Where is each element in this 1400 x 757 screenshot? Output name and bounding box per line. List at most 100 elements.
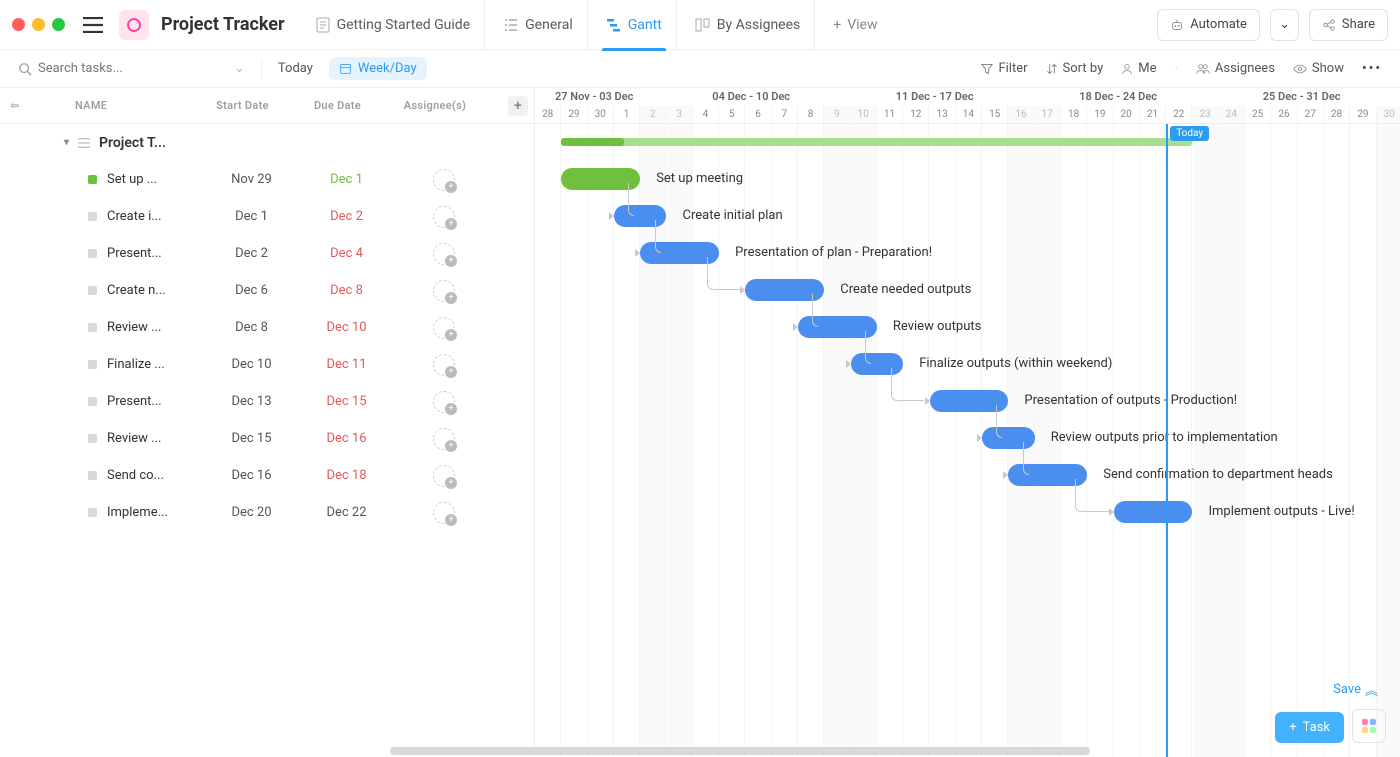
assignee-cell[interactable] — [394, 391, 494, 413]
assignee-cell[interactable] — [394, 317, 494, 339]
task-name[interactable]: Create n... — [107, 283, 204, 298]
zoom-selector[interactable]: Week/Day — [329, 57, 427, 80]
add-assignee-icon[interactable] — [433, 280, 455, 302]
table-row[interactable]: Create n... Dec 6 Dec 8 — [0, 272, 534, 309]
task-name[interactable]: Review ... — [107, 320, 204, 335]
due-date-cell[interactable]: Dec 2 — [299, 209, 394, 224]
add-assignee-icon[interactable] — [433, 243, 455, 265]
summary-bar[interactable] — [561, 138, 1192, 146]
col-header-assignee[interactable]: Assignee(s) — [385, 99, 485, 112]
table-row[interactable]: Present... Dec 13 Dec 15 — [0, 383, 534, 420]
due-date-cell[interactable]: Dec 18 — [299, 468, 394, 483]
due-date-cell[interactable]: Dec 4 — [299, 246, 394, 261]
task-name[interactable]: Present... — [107, 394, 204, 409]
assignee-cell[interactable] — [394, 354, 494, 376]
due-date-cell[interactable]: Dec 8 — [299, 283, 394, 298]
table-row[interactable]: Send co... Dec 16 Dec 18 — [0, 457, 534, 494]
start-date-cell[interactable]: Nov 29 — [204, 172, 299, 187]
status-dot-icon[interactable] — [88, 249, 97, 258]
start-date-cell[interactable]: Dec 2 — [204, 246, 299, 261]
day-header[interactable]: 29 — [1350, 106, 1376, 124]
add-assignee-icon[interactable] — [433, 428, 455, 450]
collapse-left-icon[interactable]: ⇐ — [0, 99, 30, 112]
more-menu[interactable]: ••• — [1362, 61, 1382, 76]
status-dot-icon[interactable] — [88, 397, 97, 406]
status-dot-icon[interactable] — [88, 508, 97, 517]
day-header[interactable]: 17 — [1035, 106, 1061, 124]
table-row[interactable]: Create i... Dec 1 Dec 2 — [0, 198, 534, 235]
col-header-due[interactable]: Due Date — [290, 99, 385, 112]
table-row[interactable]: Review ... Dec 8 Dec 10 — [0, 309, 534, 346]
assignee-cell[interactable] — [394, 243, 494, 265]
day-header[interactable]: 11 — [877, 106, 903, 124]
day-header[interactable]: 12 — [903, 106, 929, 124]
gantt-bar[interactable] — [1114, 501, 1193, 523]
assignee-cell[interactable] — [394, 206, 494, 228]
group-row[interactable]: ▾ Project T... — [0, 124, 534, 161]
status-dot-icon[interactable] — [88, 360, 97, 369]
assignee-cell[interactable] — [394, 502, 494, 524]
day-header[interactable]: 5 — [719, 106, 745, 124]
day-header[interactable]: 19 — [1087, 106, 1113, 124]
share-button[interactable]: Share — [1309, 9, 1388, 41]
day-header[interactable]: 30 — [588, 106, 614, 124]
day-header[interactable]: 28 — [535, 106, 561, 124]
day-header[interactable]: 30 — [1377, 106, 1400, 124]
sortby-button[interactable]: Sort by — [1046, 61, 1104, 76]
assignee-cell[interactable] — [394, 169, 494, 191]
status-dot-icon[interactable] — [88, 286, 97, 295]
start-date-cell[interactable]: Dec 16 — [204, 468, 299, 483]
day-header[interactable]: 4 — [693, 106, 719, 124]
hamburger-menu-icon[interactable] — [77, 13, 109, 37]
today-button[interactable]: Today — [278, 61, 313, 76]
day-header[interactable]: 14 — [956, 106, 982, 124]
assignee-cell[interactable] — [394, 428, 494, 450]
day-header[interactable]: 10 — [851, 106, 877, 124]
save-view-button[interactable]: Save ︽ — [1333, 680, 1378, 699]
task-name[interactable]: Finalize ... — [107, 357, 204, 372]
search-options-chevron-icon[interactable]: ⌄ — [234, 61, 245, 76]
day-header[interactable]: 27 — [1298, 106, 1324, 124]
me-filter[interactable]: Me — [1121, 61, 1156, 76]
day-header[interactable]: 18 — [1061, 106, 1087, 124]
add-assignee-icon[interactable] — [433, 391, 455, 413]
due-date-cell[interactable]: Dec 10 — [299, 320, 394, 335]
day-header[interactable]: 22 — [1166, 106, 1192, 124]
project-title[interactable]: Project Tracker — [161, 14, 285, 35]
day-header[interactable]: 29 — [561, 106, 587, 124]
caret-down-icon[interactable]: ▾ — [64, 137, 69, 148]
assignee-cell[interactable] — [394, 280, 494, 302]
day-header[interactable]: 16 — [1008, 106, 1034, 124]
task-name[interactable]: Review ... — [107, 431, 204, 446]
status-dot-icon[interactable] — [88, 323, 97, 332]
table-row[interactable]: Set up ... Nov 29 Dec 1 — [0, 161, 534, 198]
add-assignee-icon[interactable] — [433, 465, 455, 487]
day-header[interactable]: 6 — [745, 106, 771, 124]
status-dot-icon[interactable] — [88, 212, 97, 221]
day-header[interactable]: 13 — [929, 106, 955, 124]
add-column-button[interactable]: + — [508, 96, 528, 116]
start-date-cell[interactable]: Dec 20 — [204, 505, 299, 520]
search-input[interactable] — [38, 61, 188, 76]
add-assignee-icon[interactable] — [433, 354, 455, 376]
status-dot-icon[interactable] — [88, 434, 97, 443]
day-header[interactable]: 21 — [1140, 106, 1166, 124]
table-row[interactable]: Review ... Dec 15 Dec 16 — [0, 420, 534, 457]
day-header[interactable]: 24 — [1219, 106, 1245, 124]
status-dot-icon[interactable] — [88, 175, 97, 184]
window-zoom-icon[interactable] — [52, 18, 65, 31]
start-date-cell[interactable]: Dec 13 — [204, 394, 299, 409]
start-date-cell[interactable]: Dec 1 — [204, 209, 299, 224]
automate-button[interactable]: Automate — [1157, 9, 1260, 41]
table-row[interactable]: Finalize ... Dec 10 Dec 11 — [0, 346, 534, 383]
table-row[interactable]: Impleme... Dec 20 Dec 22 — [0, 494, 534, 531]
add-assignee-icon[interactable] — [433, 206, 455, 228]
day-header[interactable]: 26 — [1271, 106, 1297, 124]
filter-button[interactable]: Filter — [981, 61, 1027, 76]
due-date-cell[interactable]: Dec 16 — [299, 431, 394, 446]
add-assignee-icon[interactable] — [433, 317, 455, 339]
due-date-cell[interactable]: Dec 15 — [299, 394, 394, 409]
status-dot-icon[interactable] — [88, 471, 97, 480]
apps-button[interactable] — [1352, 709, 1386, 743]
start-date-cell[interactable]: Dec 15 — [204, 431, 299, 446]
